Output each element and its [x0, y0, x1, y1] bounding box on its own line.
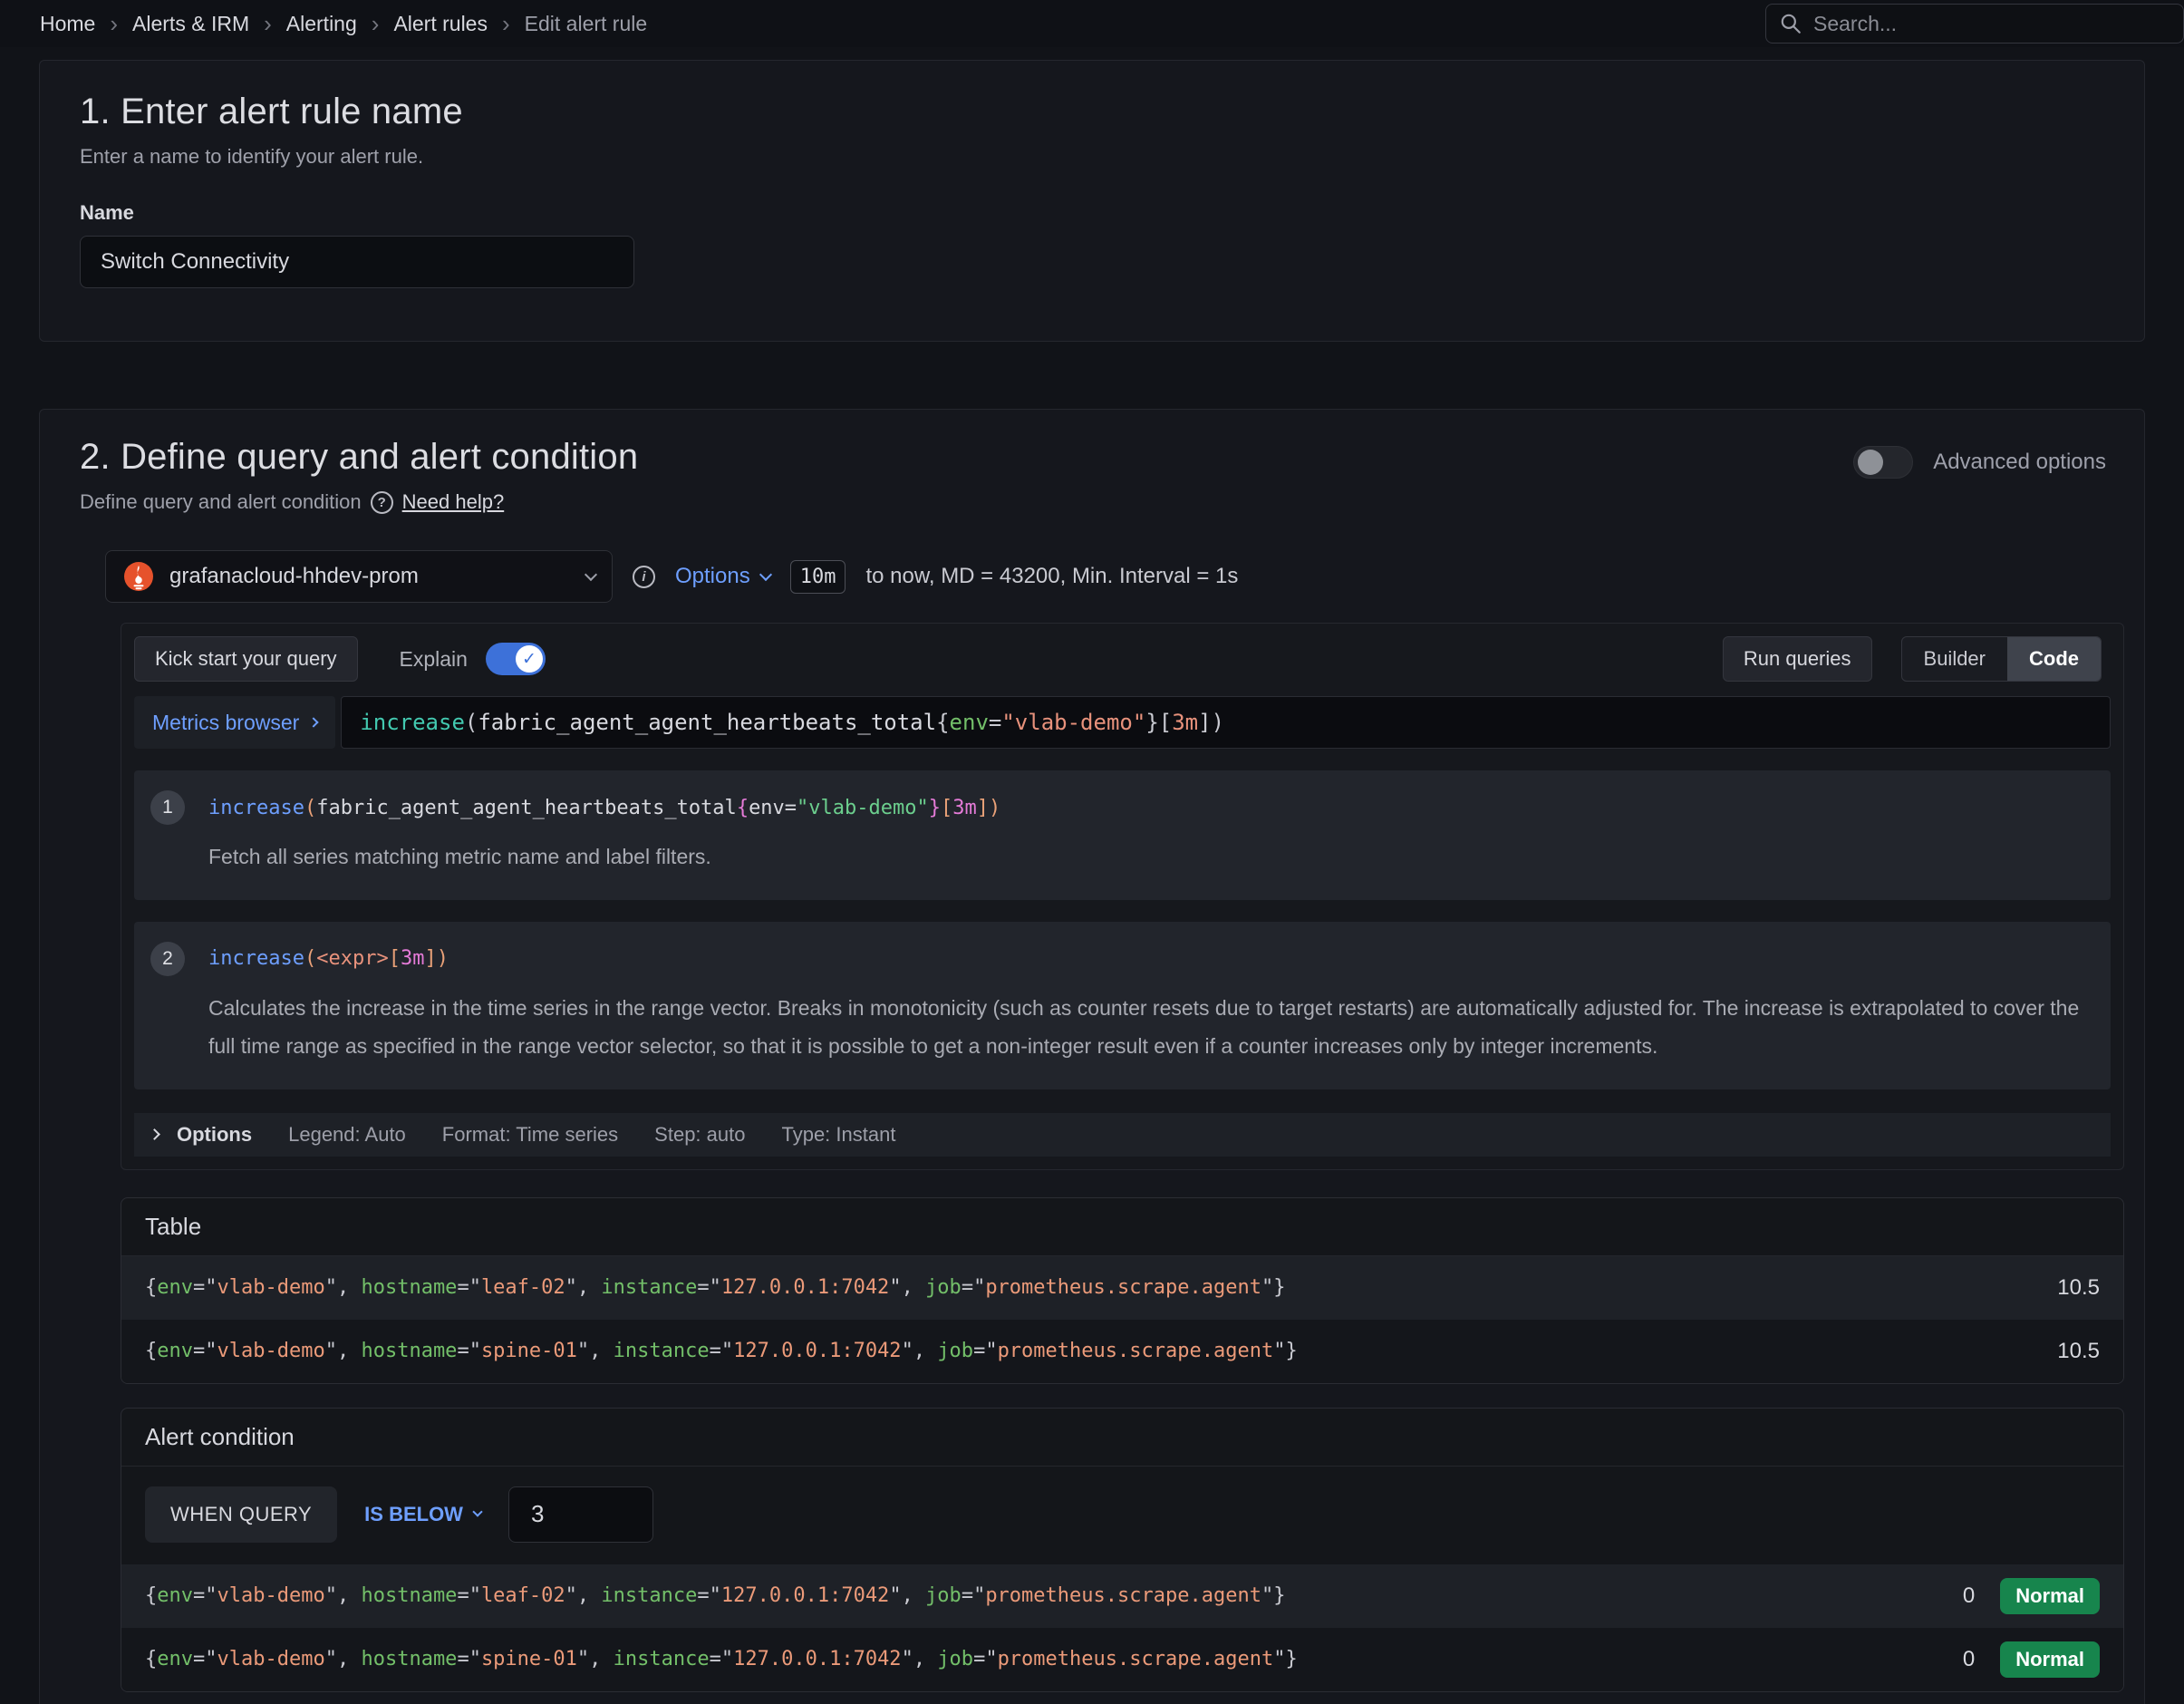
alert-state-badge: Normal — [2000, 1578, 2100, 1614]
explain-label: Explain — [400, 647, 468, 672]
explain-toggle[interactable]: ✓ — [486, 643, 546, 675]
question-circle-icon: ? — [371, 491, 393, 514]
options-expander[interactable]: Options — [150, 1123, 252, 1147]
format-summary: Format: Time series — [442, 1123, 618, 1147]
name-field-label: Name — [80, 201, 2104, 225]
condition-operator-label: IS BELOW — [364, 1503, 463, 1526]
query-input-row: Metrics browser increase(fabric_agent_ag… — [134, 696, 2111, 749]
step2-panel: 2. Define query and alert condition Defi… — [39, 409, 2145, 1704]
query-editor-card: Kick start your query Explain ✓ Run quer… — [121, 623, 2124, 1170]
builder-code-switch: Builder Code — [1901, 636, 2102, 682]
explain-step-1: 1 increase(fabric_agent_agent_heartbeats… — [134, 770, 2111, 900]
alert-condition-title: Alert condition — [121, 1409, 2123, 1467]
type-summary: Type: Instant — [781, 1123, 895, 1147]
need-help-link[interactable]: Need help? — [402, 490, 505, 514]
series-labels: {env="vlab-demo", hostname="spine-01", i… — [145, 1648, 1963, 1670]
time-range-chip[interactable]: 10m — [790, 560, 846, 594]
step-summary: Step: auto — [654, 1123, 745, 1147]
toggle-knob — [1858, 450, 1883, 475]
explain-step-1-code: increase(fabric_agent_agent_heartbeats_t… — [208, 790, 2085, 825]
alert-instance-row: {env="vlab-demo", hostname="spine-01", i… — [121, 1628, 2123, 1691]
series-labels: {env="vlab-demo", hostname="leaf-02", in… — [145, 1276, 2057, 1299]
top-nav-bar: Home › Alerts & IRM › Alerting › Alert r… — [0, 0, 2184, 47]
breadcrumb-alerting[interactable]: Alerting — [286, 12, 357, 36]
step1-subtitle: Enter a name to identify your alert rule… — [80, 145, 2104, 169]
breadcrumb: Home › Alerts & IRM › Alerting › Alert r… — [40, 12, 647, 36]
grafana-edit-alert-rule-page: Home › Alerts & IRM › Alerting › Alert r… — [0, 0, 2184, 1704]
breadcrumb-separator: › — [110, 12, 118, 35]
breadcrumb-alerts-irm[interactable]: Alerts & IRM — [132, 12, 249, 36]
series-value: 10.5 — [2057, 1339, 2100, 1364]
alert-instance-value: 0 — [1963, 1647, 1975, 1672]
toggle-knob: ✓ — [516, 645, 543, 673]
datasource-name: grafanacloud-hhdev-prom — [169, 564, 572, 589]
condition-operator-dropdown[interactable]: IS BELOW — [364, 1503, 481, 1526]
query-options-label: Options — [675, 564, 750, 589]
table-row: {env="vlab-demo", hostname="spine-01", i… — [121, 1320, 2123, 1383]
search-icon — [1779, 12, 1802, 35]
table-panel-title: Table — [121, 1198, 2123, 1256]
step2-subtitle: Define query and alert condition ? Need … — [80, 490, 638, 514]
datasource-picker[interactable]: grafanacloud-hhdev-prom — [105, 550, 613, 603]
alert-state-badge: Normal — [2000, 1641, 2100, 1678]
explain-step-2-code: increase(<expr>[3m]) — [208, 942, 2085, 976]
explain-step-2: 2 increase(<expr>[3m]) Calculates the in… — [134, 922, 2111, 1089]
breadcrumb-separator: › — [372, 12, 380, 35]
alert-condition-panel: Alert condition WHEN QUERY IS BELOW {env… — [121, 1408, 2124, 1692]
legend-summary: Legend: Auto — [288, 1123, 406, 1147]
table-row: {env="vlab-demo", hostname="leaf-02", in… — [121, 1256, 2123, 1320]
query-options-dropdown[interactable]: Options — [675, 564, 770, 589]
alert-condition-controls: WHEN QUERY IS BELOW — [121, 1467, 2123, 1564]
explain-step-1-description: Fetch all series matching metric name an… — [208, 837, 2085, 876]
threshold-input[interactable] — [508, 1486, 653, 1543]
breadcrumb-current-page: Edit alert rule — [525, 12, 648, 36]
explain-step-2-description: Calculates the increase in the time seri… — [208, 989, 2085, 1066]
breadcrumb-separator: › — [264, 12, 272, 35]
alert-rule-name-input[interactable] — [80, 236, 634, 288]
query-header-row: grafanacloud-hhdev-prom i Options 10m to… — [105, 550, 2124, 603]
step-number-badge: 2 — [150, 942, 185, 976]
builder-mode-option[interactable]: Builder — [1902, 637, 2007, 681]
step1-title: 1. Enter alert rule name — [80, 92, 2104, 132]
chevron-down-icon — [585, 567, 597, 580]
when-query-selector[interactable]: WHEN QUERY — [145, 1486, 337, 1543]
chevron-right-icon — [309, 717, 319, 727]
breadcrumb-home[interactable]: Home — [40, 12, 95, 36]
options-expander-label: Options — [177, 1123, 252, 1147]
global-search[interactable] — [1765, 4, 2184, 44]
metrics-browser-button[interactable]: Metrics browser — [134, 696, 335, 749]
advanced-options-label: Advanced options — [1933, 450, 2106, 475]
step-number-badge: 1 — [150, 790, 185, 825]
prometheus-icon — [122, 560, 155, 593]
step1-panel: 1. Enter alert rule name Enter a name to… — [39, 60, 2145, 342]
metrics-browser-label: Metrics browser — [152, 711, 299, 735]
chevron-down-icon — [472, 1506, 482, 1516]
alert-instance-row: {env="vlab-demo", hostname="leaf-02", in… — [121, 1564, 2123, 1628]
step2-title: 2. Define query and alert condition — [80, 437, 638, 478]
search-input[interactable] — [1813, 12, 2170, 36]
step2-subtitle-text: Define query and alert condition — [80, 490, 362, 514]
info-icon: i — [633, 566, 655, 588]
chevron-right-icon — [149, 1128, 160, 1140]
kick-start-query-button[interactable]: Kick start your query — [134, 636, 358, 682]
time-range-summary: to now, MD = 43200, Min. Interval = 1s — [865, 564, 1238, 589]
table-result-panel: Table {env="vlab-demo", hostname="leaf-0… — [121, 1197, 2124, 1384]
step1-subtitle-text: Enter a name to identify your alert rule… — [80, 145, 423, 169]
advanced-options-toggle[interactable] — [1853, 446, 1913, 479]
run-queries-button[interactable]: Run queries — [1723, 636, 1872, 682]
series-value: 10.5 — [2057, 1275, 2100, 1301]
alert-instance-value: 0 — [1963, 1583, 1975, 1609]
code-mode-option[interactable]: Code — [2007, 637, 2101, 681]
query-toolbar: Kick start your query Explain ✓ Run quer… — [134, 636, 2111, 682]
breadcrumb-separator: › — [502, 12, 510, 35]
chevron-down-icon — [759, 567, 772, 580]
series-labels: {env="vlab-demo", hostname="leaf-02", in… — [145, 1584, 1963, 1607]
promql-code-input[interactable]: increase(fabric_agent_agent_heartbeats_t… — [341, 696, 2111, 749]
series-labels: {env="vlab-demo", hostname="spine-01", i… — [145, 1340, 2057, 1362]
query-options-row: Options Legend: Auto Format: Time series… — [134, 1113, 2111, 1157]
breadcrumb-alert-rules[interactable]: Alert rules — [393, 12, 488, 36]
